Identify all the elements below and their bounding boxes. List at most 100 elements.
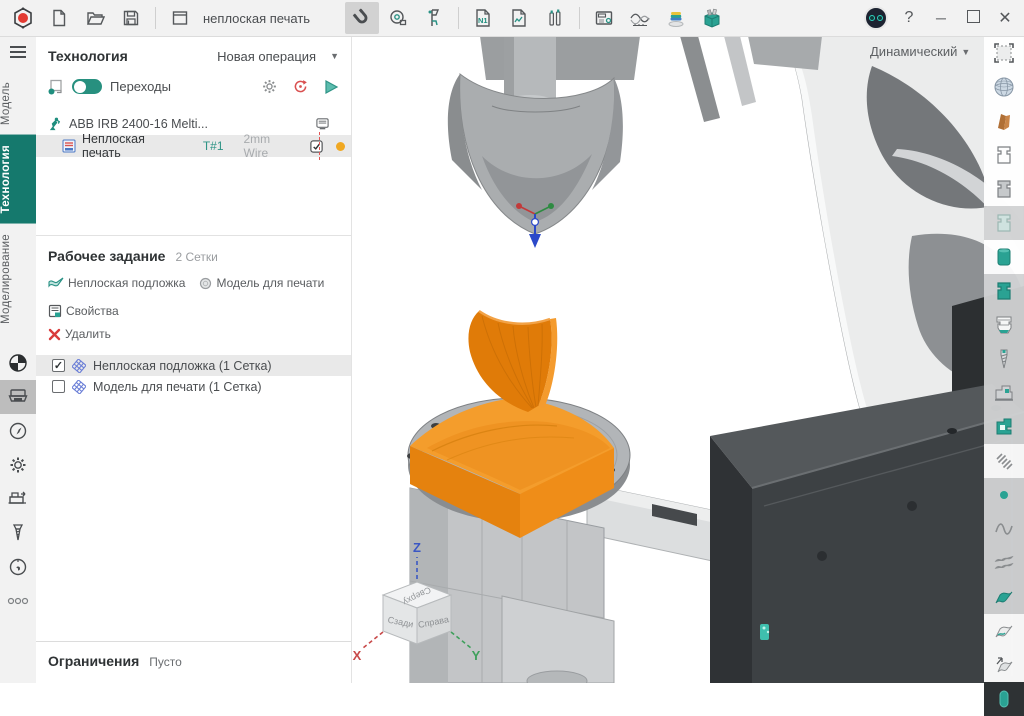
measure-tape-button[interactable] <box>381 2 415 34</box>
tab-model[interactable]: Модель <box>0 72 36 135</box>
save-button[interactable] <box>114 2 148 34</box>
model-checkbox[interactable] <box>52 380 65 393</box>
caliper-button[interactable] <box>417 2 451 34</box>
svg-text:Y: Y <box>472 648 481 663</box>
spool-striped-icon[interactable] <box>984 308 1024 342</box>
worklist-count: 2 Сетки <box>175 250 217 264</box>
view-mode-dropdown[interactable]: Динамический ▼ <box>870 44 970 59</box>
maximize-button[interactable] <box>962 10 984 26</box>
calculator-button[interactable] <box>587 2 621 34</box>
drill-tool-icon[interactable] <box>0 516 36 550</box>
toolbox-button[interactable] <box>695 2 729 34</box>
operation-tree: ABB IRB 2400-16 Melti... Неплоская печат… <box>36 113 351 157</box>
deform-mesh-icon[interactable] <box>984 36 1024 70</box>
nc-program-button[interactable]: N1 <box>466 2 500 34</box>
gauge-icon[interactable] <box>0 550 36 584</box>
printed-part[interactable] <box>468 311 557 412</box>
transitions-label: Переходы <box>110 79 171 94</box>
svg-text:N1: N1 <box>478 16 488 25</box>
file-tool-group: неплоская печать <box>6 0 310 36</box>
teal-dot-icon[interactable] <box>984 478 1024 512</box>
chevron-down-icon: ▼ <box>330 51 339 61</box>
properties-button-label: Свойства <box>66 304 119 318</box>
compass-icon[interactable] <box>0 414 36 448</box>
tab-technology[interactable]: Технология <box>0 135 36 224</box>
program-stack-icon[interactable] <box>315 117 330 131</box>
operation-settings-gear-icon[interactable] <box>261 78 278 95</box>
drill-bit-icon[interactable] <box>984 342 1024 376</box>
spool-gray-icon[interactable] <box>984 172 1024 206</box>
mesh-icon <box>72 380 86 394</box>
transitions-node-icon[interactable] <box>48 79 64 95</box>
balance-datum-icon[interactable] <box>0 346 36 380</box>
substrate-button[interactable]: Неплоская подложка <box>48 276 185 290</box>
panel-title: Технология <box>48 48 128 64</box>
recalculate-icon[interactable] <box>292 78 309 95</box>
settings-gear-icon[interactable] <box>0 448 36 482</box>
toolbar-separator <box>155 7 156 29</box>
help-button[interactable]: ? <box>898 9 920 27</box>
spool-teal-icon[interactable] <box>984 274 1024 308</box>
mesh-list: ✓ Неплоская подложка (1 Сетка) Модель дл… <box>36 355 351 397</box>
app-logo-icon[interactable] <box>6 2 40 34</box>
constraints-title: Ограничения <box>48 653 139 669</box>
chevron-down-icon: ▼ <box>961 47 970 57</box>
teal-capsule-icon[interactable] <box>984 682 1024 716</box>
list-item-model[interactable]: Модель для печати (1 Сетка) <box>36 376 351 397</box>
tab-modeling[interactable]: Моделирование <box>0 224 36 334</box>
close-button[interactable]: ✕ <box>994 8 1016 28</box>
machine-teal-icon[interactable] <box>984 410 1024 444</box>
wire-badge: 2mm Wire <box>244 132 298 160</box>
double-waves-icon[interactable] <box>984 546 1024 580</box>
operation-check-icon[interactable] <box>309 139 324 154</box>
list-item-substrate[interactable]: ✓ Неплоская подложка (1 Сетка) <box>36 355 351 376</box>
new-file-button[interactable] <box>42 2 76 34</box>
svg-text:Z: Z <box>413 540 421 555</box>
svg-text:X: X <box>353 648 362 663</box>
open-folder-button[interactable] <box>78 2 112 34</box>
print-head[interactable] <box>448 74 623 234</box>
menu-burger-icon[interactable] <box>10 46 26 58</box>
run-play-icon[interactable] <box>323 79 339 95</box>
more-dots-icon[interactable] <box>0 584 36 618</box>
assistant-robot-icon[interactable] <box>864 6 888 30</box>
constraints-value: Пусто <box>149 655 182 669</box>
machine-gray-icon[interactable] <box>984 376 1024 410</box>
layer-slicer-button[interactable] <box>659 2 693 34</box>
substrate-checkbox[interactable]: ✓ <box>52 359 65 372</box>
orange-surface-icon[interactable] <box>984 104 1024 138</box>
viewport-3d[interactable]: Динамический ▼ <box>352 36 1024 683</box>
hatch-lines-icon[interactable] <box>984 444 1024 478</box>
delete-button[interactable]: Удалить <box>48 327 111 341</box>
print-model-button[interactable]: Модель для печати <box>199 276 324 290</box>
print-area-icon[interactable] <box>0 380 36 414</box>
tree-row-operation[interactable]: Неплоская печать T#1 2mm Wire <box>36 135 351 157</box>
properties-button[interactable]: Свойства <box>48 304 119 318</box>
flag-outline-icon[interactable] <box>984 614 1024 648</box>
list-item-label: Неплоская подложка (1 Сетка) <box>93 359 272 373</box>
marker-tools-button[interactable] <box>538 2 572 34</box>
new-operation-label: Новая операция <box>217 49 316 64</box>
list-item-label: Модель для печати (1 Сетка) <box>93 380 262 394</box>
minimize-button[interactable]: ─ <box>930 10 952 26</box>
viewport-3d-scene[interactable]: Сверху Сзади Справа Z X Y <box>352 36 1024 683</box>
flag-teal-icon[interactable] <box>984 580 1024 614</box>
snap-magnet-button[interactable] <box>345 2 379 34</box>
right-toolbar <box>984 36 1024 683</box>
cylinder-teal-icon[interactable] <box>984 240 1024 274</box>
curve-icon[interactable] <box>984 512 1024 546</box>
spool-faded-icon[interactable] <box>984 206 1024 240</box>
window-controls: ? ─ ✕ <box>864 0 1016 36</box>
report-document-button[interactable] <box>502 2 536 34</box>
spool-outline-icon[interactable] <box>984 138 1024 172</box>
substrate-button-label: Неплоская подложка <box>68 276 185 290</box>
robot-icon <box>48 117 63 132</box>
scene-window-icon[interactable] <box>163 2 197 34</box>
postprocessor-machine-icon[interactable] <box>0 482 36 516</box>
technology-panel: Технология Новая операция ▼ Переходы <box>36 36 352 683</box>
analysis-chart-button[interactable] <box>623 2 657 34</box>
sphere-icon[interactable] <box>984 70 1024 104</box>
new-operation-dropdown[interactable]: Новая операция ▼ <box>217 49 339 64</box>
flag-arrow-icon[interactable] <box>984 648 1024 682</box>
transitions-toggle[interactable] <box>72 79 102 94</box>
